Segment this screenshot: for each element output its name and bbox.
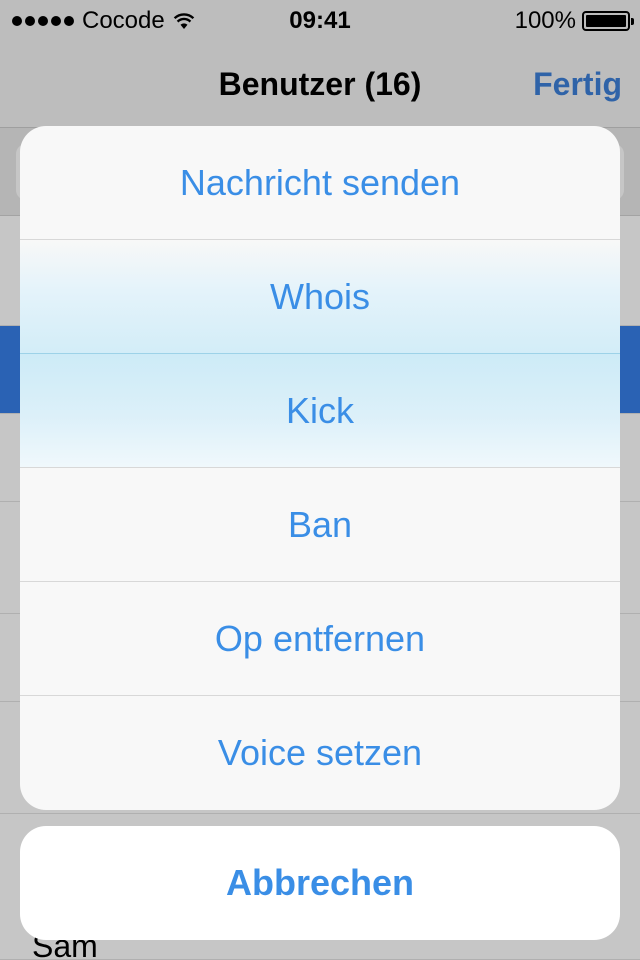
- battery-percentage: 100%: [514, 7, 576, 34]
- whois-button[interactable]: Whois: [20, 240, 620, 354]
- kick-button[interactable]: Kick: [20, 354, 620, 468]
- send-message-button[interactable]: Nachricht senden: [20, 126, 620, 240]
- remove-op-button[interactable]: Op entfernen: [20, 582, 620, 696]
- battery-icon: [582, 11, 634, 31]
- status-right: 100%: [514, 7, 634, 35]
- ban-button[interactable]: Ban: [20, 468, 620, 582]
- done-button[interactable]: Fertig: [533, 66, 622, 103]
- status-bar: Cocode 09:41 100%: [0, 0, 640, 40]
- set-voice-button[interactable]: Voice setzen: [20, 696, 620, 810]
- navigation-bar: Benutzer (16) Fertig: [0, 40, 640, 128]
- cancel-button[interactable]: Abbrechen: [20, 826, 620, 940]
- action-sheet: Nachricht senden Whois Kick Ban Op entfe…: [20, 126, 620, 810]
